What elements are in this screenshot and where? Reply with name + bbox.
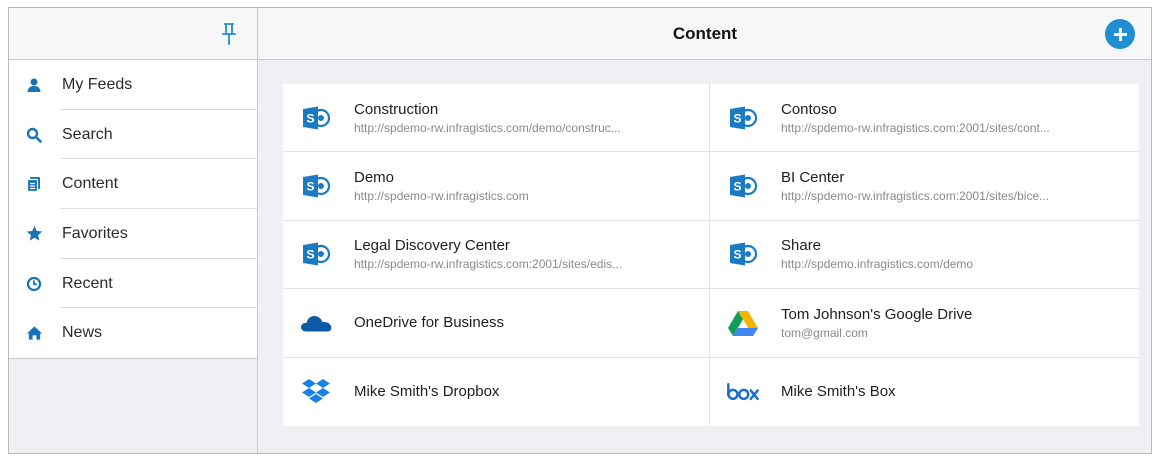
tile-title: Tom Johnson's Google Drive bbox=[781, 305, 973, 323]
tile-title: Legal Discovery Center bbox=[354, 237, 510, 255]
sharepoint-icon: S bbox=[299, 101, 333, 135]
svg-text:S: S bbox=[733, 111, 741, 125]
svg-text:S: S bbox=[733, 180, 741, 194]
sharepoint-icon: S bbox=[726, 169, 760, 203]
sidebar-item-label: My Feeds bbox=[62, 75, 133, 93]
tile-subtitle: tom@gmail.com bbox=[781, 325, 868, 340]
google-drive-icon bbox=[726, 306, 760, 340]
content-tile-box[interactable]: Mike Smith's Box bbox=[710, 358, 1139, 426]
sidebar-nav: My Feeds Search Content Favorites Recent… bbox=[9, 60, 257, 360]
search-icon bbox=[25, 126, 43, 144]
sidebar-item-favorites[interactable]: Favorites bbox=[9, 209, 257, 259]
tile-title: Mike Smith's Dropbox bbox=[354, 383, 500, 401]
sidebar-item-my-feeds[interactable]: My Feeds bbox=[9, 60, 257, 110]
content-tile-legal-discovery-center[interactable]: S Legal Discovery Center http://spdemo-r… bbox=[283, 220, 710, 290]
main-header: Content bbox=[259, 8, 1151, 60]
sidebar-item-label: Search bbox=[62, 125, 113, 143]
sharepoint-icon: S bbox=[726, 237, 760, 271]
tile-title: Mike Smith's Box bbox=[781, 383, 896, 401]
content-tile-onedrive[interactable]: OneDrive for Business bbox=[283, 289, 710, 358]
sidebar-item-label: Content bbox=[62, 175, 119, 193]
home-icon bbox=[25, 324, 43, 342]
sidebar-item-recent[interactable]: Recent bbox=[9, 259, 257, 309]
box-icon bbox=[726, 375, 760, 409]
svg-text:S: S bbox=[306, 180, 314, 194]
svg-text:S: S bbox=[306, 111, 314, 125]
person-icon bbox=[25, 76, 43, 94]
sidebar-header bbox=[9, 8, 257, 60]
content-grid: S Construction http://spdemo-rw.infragis… bbox=[283, 84, 1139, 426]
tile-title: BI Center bbox=[781, 169, 845, 187]
sharepoint-icon: S bbox=[299, 169, 333, 203]
content-tile-contoso[interactable]: S Contoso http://spdemo-rw.infragistics.… bbox=[710, 84, 1139, 153]
content-tile-demo[interactable]: S Demo http://spdemo-rw.infragistics.com bbox=[283, 152, 710, 221]
pin-icon[interactable] bbox=[222, 23, 236, 45]
tile-url: http://spdemo-rw.infragistics.com bbox=[354, 189, 529, 204]
tile-title: OneDrive for Business bbox=[354, 314, 505, 332]
sidebar-item-news[interactable]: News bbox=[9, 308, 257, 358]
page-title: Content bbox=[672, 24, 738, 43]
sidebar-item-label: News bbox=[62, 324, 103, 342]
tile-url: http://spdemo-rw.infragistics.com:2001/s… bbox=[781, 189, 1050, 204]
sidebar-item-label: Recent bbox=[62, 274, 113, 292]
onedrive-icon bbox=[299, 306, 333, 340]
sidebar-item-search[interactable]: Search bbox=[9, 110, 257, 160]
content-icon bbox=[25, 175, 43, 193]
sidebar-item-label: Favorites bbox=[62, 224, 128, 242]
content-tile-share[interactable]: S Share http://spdemo.infragistics.com/d… bbox=[710, 221, 1139, 290]
main-panel: Content S Construction http://spdemo-rw.… bbox=[259, 8, 1151, 453]
content-tile-dropbox[interactable]: Mike Smith's Dropbox bbox=[283, 357, 710, 426]
content-tile-bi-center[interactable]: S BI Center http://spdemo-rw.infragistic… bbox=[710, 152, 1139, 221]
clock-icon bbox=[25, 275, 43, 293]
sidebar-item-content[interactable]: Content bbox=[9, 159, 257, 209]
tile-title: Contoso bbox=[781, 100, 837, 118]
sharepoint-icon: S bbox=[299, 237, 333, 271]
tile-url: http://spdemo-rw.infragistics.com/demo/c… bbox=[354, 120, 621, 135]
svg-text:S: S bbox=[306, 248, 314, 262]
tile-url: http://spdemo.infragistics.com/demo bbox=[781, 257, 974, 272]
tile-title: Construction bbox=[354, 100, 439, 118]
svg-text:S: S bbox=[733, 248, 741, 262]
add-button[interactable] bbox=[1105, 19, 1135, 49]
dropbox-icon bbox=[299, 375, 333, 409]
sidebar: My Feeds Search Content Favorites Recent… bbox=[9, 8, 258, 453]
star-icon bbox=[25, 225, 43, 243]
content-tile-construction[interactable]: S Construction http://spdemo-rw.infragis… bbox=[283, 84, 710, 153]
sharepoint-icon: S bbox=[726, 101, 760, 135]
app-window: My Feeds Search Content Favorites Recent… bbox=[8, 7, 1152, 454]
tile-url: http://spdemo-rw.infragistics.com:2001/s… bbox=[781, 120, 1050, 135]
content-tile-google-drive[interactable]: Tom Johnson's Google Drive tom@gmail.com bbox=[710, 289, 1139, 358]
tile-url: http://spdemo-rw.infragistics.com:2001/s… bbox=[354, 257, 623, 272]
tile-title: Demo bbox=[354, 169, 395, 187]
tile-title: Share bbox=[781, 237, 822, 255]
